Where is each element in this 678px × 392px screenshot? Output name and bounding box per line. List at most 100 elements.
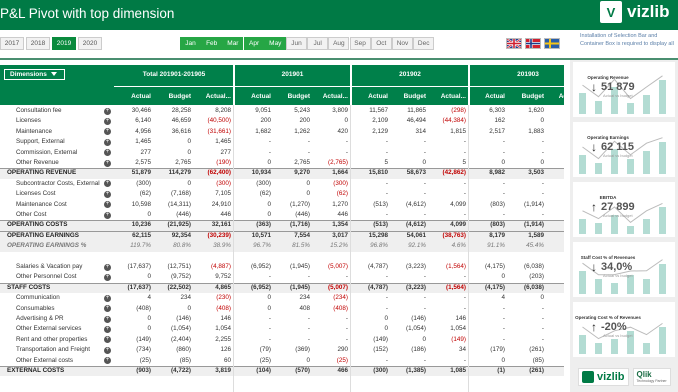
table-header: Dimensions Total 201901-201905 Actual Budge… [0,65,564,105]
table-cell: 15.2% [330,242,348,250]
expand-row-icon[interactable]: + [104,201,111,209]
expand-row-icon[interactable]: + [104,325,111,333]
dimensions-label: Dimensions [10,71,47,78]
month-button-jan[interactable]: Jan [180,37,201,50]
sweden-flag-icon[interactable] [544,38,560,49]
uk-flag-icon[interactable] [506,38,522,49]
column-header[interactable]: Actual... [313,93,348,101]
expand-row-icon[interactable]: + [104,294,111,302]
column-group-1: 201901 [281,71,304,78]
table-cell: - [547,211,564,219]
arrow-up-icon: ↑ [591,200,597,214]
table-cell: (30,239) [207,231,231,239]
month-button-apr[interactable]: Apr [243,37,265,50]
kpi-card[interactable]: Operating Cost % of Revenues ↑ -20% Actual … [573,302,675,357]
month-button-jul[interactable]: Jul [307,37,329,50]
month-button-sep[interactable]: Sep [349,37,371,50]
expand-row-icon[interactable]: + [104,263,111,271]
table-cell: 58,673 [406,169,426,177]
kpi-card[interactable]: Operating Revenue ↓ 51 879 Actual vs budget [573,62,675,117]
table-cell: (4,787) [368,283,388,291]
expand-row-icon[interactable]: + [104,149,111,157]
column-header[interactable]: Budget [154,93,191,101]
table-cell: 0 [540,117,544,125]
year-button-2019[interactable]: 2019 [52,37,76,50]
month-button-dec[interactable]: Dec [413,37,435,50]
table-cell: - [385,138,388,146]
table-cell: (4,612) [406,221,426,229]
column-header[interactable]: Actual... [429,93,466,101]
column-header[interactable]: Budget [274,93,310,101]
column-header[interactable]: Actual [469,93,505,101]
table-cell: (1,914) [524,200,544,208]
kpi-card[interactable]: Operating Earnings ↓ 62 115 Actual vs budge… [573,122,675,177]
qlik-logo: Qlik Technology Partner [632,368,671,386]
table-cell: 1,465 [135,138,151,146]
column-header[interactable]: Actual [114,93,151,101]
month-button-feb[interactable]: Feb [201,37,223,50]
expand-row-icon[interactable]: + [104,180,111,188]
dimensions-dropdown[interactable]: Dimensions [4,69,65,80]
table-cell: - [385,304,388,312]
row-label: Communication [16,294,60,302]
column-header[interactable]: Budget [391,93,426,101]
table-cell: (25) [336,356,348,364]
table-cell: 1,262 [294,127,310,135]
table-cell: (5,007) [328,283,348,291]
table-cell: - [547,315,564,323]
column-header[interactable]: Actual [234,93,271,101]
expand-row-icon[interactable]: + [104,273,111,281]
month-button-jun[interactable]: Jun [286,37,307,50]
expand-row-icon[interactable]: + [104,159,111,167]
expand-row-icon[interactable]: + [104,117,111,125]
table-cell: (9,752) [171,273,191,281]
row-label: Other Personnel Cost [16,273,77,281]
year-button-2017[interactable]: 2017 [0,37,24,50]
table-cell: 408 [299,304,310,312]
kpi-label: Staff Cost % of Revenues [580,255,636,260]
row-label: Rent and other properties [16,335,88,343]
expand-row-icon[interactable]: + [104,346,111,354]
expand-row-icon[interactable]: + [104,190,111,198]
table-cell: 5 [462,159,466,166]
table-cell: 1,883 [528,127,544,135]
column-header[interactable]: Actual... [547,93,564,101]
table-cell: 96.8% [370,242,388,250]
year-button-2020[interactable]: 2020 [78,37,102,50]
kpi-subtitle: Actual vs budget [603,273,633,278]
expand-row-icon[interactable]: + [104,107,111,115]
table-cell: ( [547,346,564,354]
kpi-card[interactable]: Staff Cost % of Revenues ↓ 34,0% Actual vs … [573,242,675,297]
norway-flag-icon[interactable] [525,38,541,49]
table-cell: (230) [216,294,231,302]
table-cell: - [268,335,271,343]
expand-row-icon[interactable]: + [104,128,111,136]
month-button-may[interactable]: May [264,37,286,50]
column-header[interactable]: Actual [351,93,388,101]
table-cell: 0 [187,138,191,146]
month-button-nov[interactable]: Nov [392,37,413,50]
expand-row-icon[interactable]: + [104,336,111,344]
expand-row-icon[interactable]: + [104,315,111,323]
expand-row-icon[interactable]: + [104,211,111,219]
year-button-2018[interactable]: 2018 [26,37,50,50]
kpi-card[interactable]: EBITDA ↑ 27 899 Actual vs budget [573,182,675,237]
month-button-oct[interactable]: Oct [370,37,392,50]
month-button-aug[interactable]: Aug [328,37,350,50]
table-cell: - [345,138,348,146]
table-cell: 8,208 [215,107,231,114]
table-cell: 10,236 [131,221,151,229]
table-cell: (300) [216,179,231,187]
month-button-mar[interactable]: Mar [222,37,244,50]
expand-row-icon[interactable]: + [104,357,111,365]
column-header[interactable]: Actual... [194,93,231,101]
expand-row-icon[interactable]: + [104,138,111,146]
table-cell: - [541,325,544,333]
table-cell: 3,819 [215,367,231,374]
column-header[interactable]: Budget [508,93,544,101]
expand-row-icon[interactable]: + [104,305,111,313]
table-cell: (408) [136,304,151,312]
table-cell: 0 [147,273,151,281]
table-cell: 0 [187,304,191,312]
table-cell: (149) [373,335,388,343]
